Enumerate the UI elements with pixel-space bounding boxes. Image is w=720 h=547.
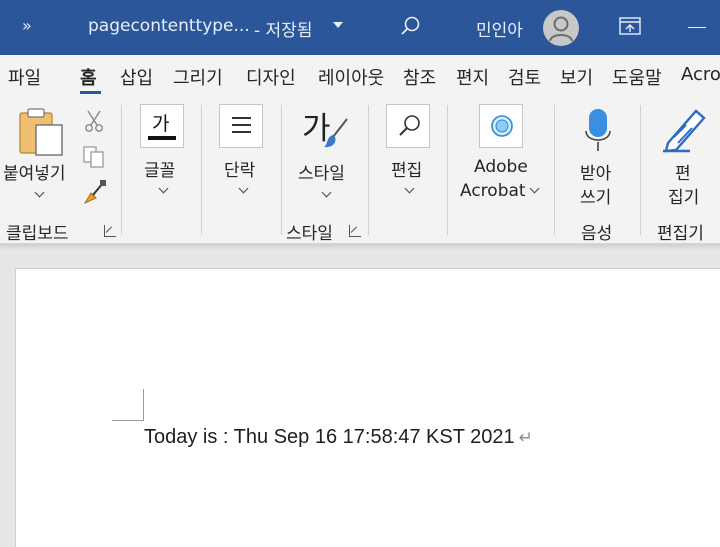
tab-review[interactable]: 검토	[508, 64, 541, 90]
save-status[interactable]: - 저장됨	[254, 16, 312, 41]
font-label: 글꼴	[144, 161, 176, 181]
acrobat-label-line2: Acrobat	[460, 181, 526, 201]
group-separator	[281, 105, 282, 235]
group-separator	[368, 105, 369, 235]
account-name[interactable]: 민인아	[476, 16, 523, 41]
group-separator	[640, 105, 641, 235]
group-separator	[554, 105, 555, 235]
document-name[interactable]: pagecontenttype...	[88, 16, 250, 36]
ribbon: 붙여넣기 클립보드 가 글꼴 단락 가 스타일 스타일 편집 Adobe Acr…	[0, 97, 720, 244]
document-page[interactable]	[15, 268, 720, 547]
microphone-icon	[585, 109, 611, 151]
editor-group-label: 편집기	[657, 224, 704, 244]
group-separator	[201, 105, 202, 235]
cut-icon[interactable]	[83, 109, 105, 133]
chevron-down-icon[interactable]	[34, 187, 45, 198]
tab-file[interactable]: 파일	[8, 64, 41, 90]
tab-draw[interactable]: 그리기	[173, 64, 223, 90]
find-icon	[386, 104, 430, 148]
format-painter-icon[interactable]	[82, 179, 108, 205]
copy-icon[interactable]	[82, 145, 106, 169]
styles-dialog-launcher-icon[interactable]	[349, 225, 361, 237]
title-bar: » pagecontenttype... - 저장됨 민인아	[0, 0, 720, 55]
styles-label: 스타일	[298, 164, 345, 184]
tab-insert[interactable]: 삽입	[120, 64, 153, 90]
chevron-down-icon[interactable]	[404, 183, 415, 194]
tab-home[interactable]: 홈	[80, 64, 97, 90]
dictate-label-line2: 쓰기	[580, 188, 612, 208]
ribbon-display-options-icon[interactable]	[619, 17, 641, 35]
styles-group-label: 스타일	[286, 224, 333, 244]
brush-icon	[324, 118, 348, 148]
tab-references[interactable]: 참조	[403, 64, 436, 90]
paragraph-icon	[219, 104, 263, 148]
acrobat-label-line1: Adobe	[474, 157, 528, 177]
editor-pen-icon	[663, 109, 706, 153]
font-icon: 가	[140, 104, 184, 148]
voice-group-label: 음성	[581, 224, 613, 244]
clipboard-paste-icon	[19, 108, 63, 156]
paragraph-mark-icon: ↵	[518, 428, 533, 447]
margin-crop-mark	[112, 420, 144, 421]
tab-design[interactable]: 디자인	[246, 64, 296, 90]
document-text-line[interactable]: Today is : Thu Sep 16 17:58:47 KST 2021 ↵	[144, 426, 533, 449]
paragraph-label: 단락	[224, 161, 256, 181]
document-text[interactable]: Today is : Thu Sep 16 17:58:47 KST 2021	[144, 426, 515, 448]
font-color-bar	[148, 136, 176, 140]
user-icon	[549, 16, 573, 42]
dictate-label-line1: 받아	[580, 164, 612, 184]
paste-label: 붙여넣기	[3, 164, 66, 184]
tab-mailings[interactable]: 편지	[456, 64, 489, 90]
clipboard-dialog-launcher-icon[interactable]	[104, 225, 116, 237]
group-separator	[447, 105, 448, 235]
clipboard-group-label: 클립보드	[6, 224, 69, 244]
chevron-down-icon[interactable]	[158, 183, 169, 194]
editing-label: 편집	[391, 161, 423, 181]
tab-view[interactable]: 보기	[560, 64, 593, 90]
avatar[interactable]	[543, 10, 579, 46]
editor-label-line2: 집기	[668, 188, 700, 208]
ribbon-tabs: 파일 홈 삽입 그리기 디자인 레이아웃 참조 편지 검토 보기 도움말 Acr…	[0, 55, 720, 97]
acrobat-icon	[479, 104, 523, 148]
active-tab-indicator	[80, 91, 101, 94]
tab-layout[interactable]: 레이아웃	[318, 64, 384, 90]
chevron-down-icon[interactable]	[333, 22, 343, 28]
chevron-down-icon[interactable]	[529, 183, 540, 194]
quick-access-more-button[interactable]: »	[22, 16, 32, 35]
minimize-button[interactable]	[688, 27, 706, 28]
search-icon[interactable]	[400, 15, 422, 37]
group-separator	[121, 105, 122, 235]
editor-label-line1: 편	[675, 164, 691, 184]
tab-help[interactable]: 도움말	[612, 64, 662, 90]
chevron-down-icon[interactable]	[238, 183, 249, 194]
tab-acrobat[interactable]: Acro	[681, 64, 720, 85]
chevron-down-icon[interactable]	[321, 187, 332, 198]
margin-crop-mark	[143, 389, 144, 420]
ribbon-shadow	[0, 244, 720, 250]
font-icon-glyph: 가	[152, 113, 170, 135]
